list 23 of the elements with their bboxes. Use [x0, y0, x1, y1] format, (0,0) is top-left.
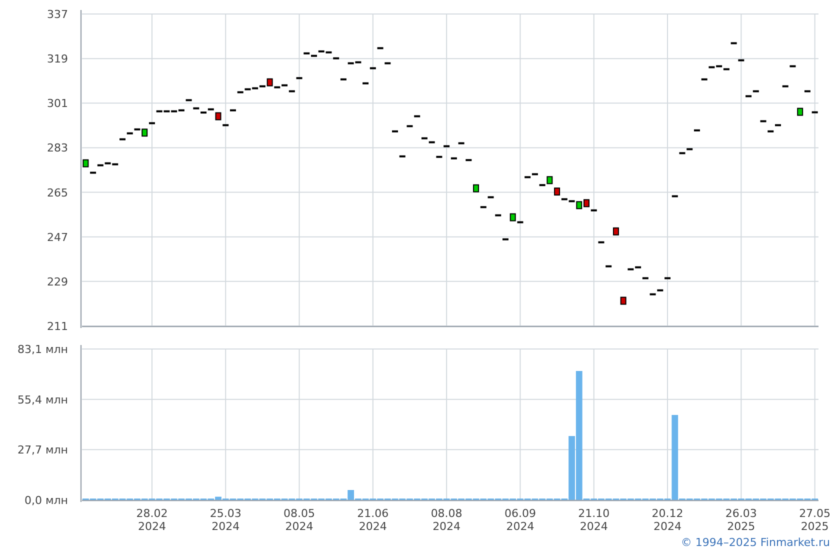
y-tick-label: 229 [47, 275, 68, 288]
y-tick-label: 83,1 млн [17, 343, 68, 356]
y-tick-label: 265 [47, 186, 68, 200]
y-tick-label: 211 [47, 320, 68, 333]
y-tick-label: 247 [47, 230, 68, 244]
copyright-text: © 1994–2025 Finmarket.ru [680, 535, 830, 550]
y-tick-label: 283 [47, 142, 68, 155]
y-tick-label: 0,0 млн [24, 494, 68, 507]
y-tick-label: 27,7 млн [17, 444, 68, 457]
x-tick-label: 25.03 2024 [210, 507, 242, 533]
x-tick-label: 20.12 2024 [652, 507, 684, 533]
x-tick-label: 21.06 2024 [357, 507, 389, 533]
y-tick-label: 337 [47, 8, 68, 21]
x-tick-label: 27.05 2025 [799, 507, 831, 533]
x-tick-label: 26.03 2025 [725, 507, 757, 533]
y-tick-label: 319 [47, 52, 68, 66]
x-tick-label: 08.05 2024 [284, 507, 316, 533]
x-tick-label: 28.02 2024 [136, 507, 168, 533]
x-tick-label: 06.09 2024 [504, 507, 536, 533]
x-tick-label: 08.08 2024 [430, 507, 462, 533]
y-tick-label: 55,4 млн [17, 393, 68, 406]
x-tick-label: 21.10 2024 [578, 507, 610, 533]
y-tick-label: 301 [47, 97, 68, 110]
